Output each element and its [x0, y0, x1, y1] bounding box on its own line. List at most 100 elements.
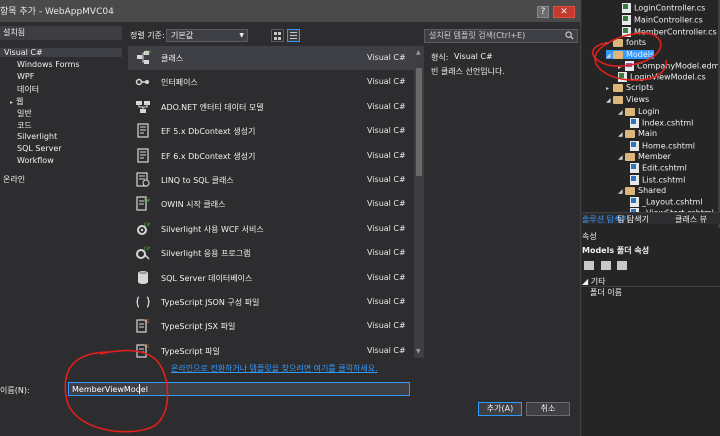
html-file-icon	[630, 197, 639, 207]
type-label: 형식:	[431, 53, 449, 62]
categorized-icon[interactable]	[584, 261, 594, 270]
template-name: OWIN 시작 클래스	[161, 200, 226, 210]
template-item[interactable]: C# OWIN 시작 클래스 Visual C#	[128, 192, 414, 216]
tab-team-explorer[interactable]: 팀 탐색기	[617, 214, 649, 225]
tree-node-fonts[interactable]: ▸ fonts	[606, 38, 646, 47]
template-item[interactable]: C# Silverlight 사용 WCF 서비스 Visual C#	[128, 217, 414, 241]
template-item[interactable]: C# Silverlight 응용 프로그램 Visual C#	[128, 241, 414, 265]
template-item[interactable]: SQL Server 데이터베이스 Visual C#	[128, 266, 414, 290]
category-item[interactable]: Windows Forms	[17, 60, 80, 69]
template-language: Visual C#	[367, 175, 406, 184]
scroll-down-icon[interactable]: ▼	[416, 348, 421, 355]
category-online[interactable]: 온라인	[3, 174, 25, 185]
properties-header: 속성	[582, 232, 597, 241]
tree-node-logincontroller-cs[interactable]: LoginController.cs	[622, 3, 705, 13]
tree-expander-icon[interactable]: ▸	[606, 40, 613, 47]
svg-text:C#: C#	[145, 50, 151, 55]
name-input[interactable]	[68, 382, 410, 396]
folder-icon	[613, 83, 623, 92]
svg-text:C#: C#	[144, 222, 151, 227]
silverlight-icon: C#	[136, 246, 151, 260]
template-name: Silverlight 사용 WCF 서비스	[161, 224, 264, 234]
tree-node-maincontroller-cs[interactable]: MainController.cs	[622, 15, 703, 25]
category-item[interactable]: WPF	[17, 72, 34, 81]
list-view-icon[interactable]	[287, 29, 300, 42]
category-item[interactable]: Workflow	[17, 156, 54, 165]
tree-node-loginviewmodel-cs[interactable]: LoginViewModel.cs	[618, 72, 706, 82]
template-item[interactable]: ADO.NET 엔터티 데이터 모델 Visual C#	[128, 95, 414, 119]
tree-node-edit-cshtml[interactable]: Edit.cshtml	[630, 163, 687, 173]
search-icon	[565, 31, 574, 40]
category-item[interactable]: 데이터	[17, 84, 39, 95]
installed-header[interactable]: 설치됨	[0, 26, 122, 40]
folder-icon	[625, 129, 635, 138]
tree-node-scripts[interactable]: ▸ Scripts	[606, 83, 653, 92]
linq-icon	[136, 172, 150, 187]
template-list-scrollbar[interactable]: ▲ ▼	[414, 46, 424, 358]
template-item[interactable]: TypeScript JSON 구성 파일 Visual C#	[128, 290, 414, 314]
tree-node-login[interactable]: ◢ Login	[618, 107, 660, 116]
template-item[interactable]: C# 클래스 Visual C#	[128, 46, 414, 70]
category-item[interactable]: 코드	[17, 120, 32, 131]
category-label: Windows Forms	[17, 60, 80, 69]
tree-expander-icon[interactable]: ◢	[606, 52, 613, 59]
cancel-button[interactable]: 취소	[526, 402, 570, 416]
tree-expander-icon[interactable]: ◢	[618, 131, 625, 138]
tree-expander-icon[interactable]: ◢	[618, 188, 625, 195]
template-item[interactable]: LINQ to SQL 클래스 Visual C#	[128, 168, 414, 192]
tree-node-list-cshtml[interactable]: List.cshtml	[630, 175, 685, 185]
tree-node-index-cshtml[interactable]: Index.cshtml	[630, 118, 693, 128]
scrollbar-thumb[interactable]	[416, 68, 422, 176]
template-language: Visual C#	[367, 321, 406, 331]
template-item[interactable]: EF 5.x DbContext 생성기 Visual C#	[128, 119, 414, 143]
wrench-icon[interactable]	[617, 261, 628, 270]
template-item[interactable]: TS TypeScript 파일 Visual C#	[128, 339, 414, 358]
json-file-icon	[136, 296, 150, 308]
tree-node-home-cshtml[interactable]: Home.cshtml	[630, 141, 695, 151]
tree-expander-icon[interactable]: ◢	[618, 154, 625, 161]
template-item[interactable]: EF 6.x DbContext 생성기 Visual C#	[128, 144, 414, 168]
template-name: Silverlight 응용 프로그램	[161, 249, 251, 259]
template-item[interactable]: TS TypeScript JSX 파일 Visual C#	[128, 314, 414, 338]
template-language: Visual C#	[367, 150, 406, 160]
online-templates-link[interactable]: 온라인으로 전환하거나 템플릿을 찾으려면 여기를 클릭하세요.	[171, 363, 378, 374]
tree-node-main[interactable]: ◢ Main	[618, 129, 657, 138]
svg-text:TS: TS	[143, 344, 149, 349]
template-item[interactable]: 인터페이스 Visual C#	[128, 70, 414, 94]
category-item[interactable]: Silverlight	[17, 132, 57, 141]
tree-node-membercontroller-cs[interactable]: MemberController.cs	[622, 27, 717, 37]
tab-class-view[interactable]: 클래스 뷰	[675, 214, 707, 225]
tree-node-member[interactable]: ◢ Member	[618, 152, 671, 161]
tree-expander-icon[interactable]: ◢	[618, 109, 625, 116]
template-description: 빈 클래스 선언입니다.	[431, 67, 505, 76]
dbcontext-icon	[137, 123, 149, 138]
category-item[interactable]: 일반	[17, 108, 32, 119]
close-button[interactable]: ✕	[553, 6, 575, 18]
category-item[interactable]: SQL Server	[17, 144, 62, 153]
folder-icon	[625, 186, 635, 195]
template-name: EF 5.x DbContext 생성기	[161, 127, 256, 137]
template-language: Visual C#	[367, 248, 406, 258]
tree-node-shared[interactable]: ◢ Shared	[618, 186, 666, 195]
tsx-file-icon: TS	[136, 319, 149, 333]
tree-node-label: Index.cshtml	[642, 118, 694, 128]
category-item[interactable]: ▸ 웹	[10, 96, 23, 107]
tree-node--layout-cshtml[interactable]: _Layout.cshtml	[630, 197, 703, 207]
expand-arrow-icon[interactable]: ▸	[10, 99, 13, 106]
help-button[interactable]: ?	[537, 6, 549, 18]
alphabetical-icon[interactable]	[600, 261, 611, 270]
category-item[interactable]: Visual C#	[0, 48, 122, 57]
sort-dropdown[interactable]: 기본값 ▼	[166, 29, 248, 42]
template-search-input[interactable]: 설치된 템플릿 검색(Ctrl+E)	[424, 29, 578, 43]
template-language: Visual C#	[367, 53, 406, 62]
tree-expander-icon[interactable]: ▸	[618, 64, 625, 71]
tree-expander-icon[interactable]: ▸	[606, 85, 613, 92]
scroll-up-icon[interactable]: ▲	[416, 49, 421, 56]
tree-node-views[interactable]: ◢ Views	[606, 95, 649, 104]
tree-node-models[interactable]: ◢ Models	[606, 50, 655, 59]
grid-view-icon[interactable]	[271, 29, 284, 42]
add-button[interactable]: 추가(A)	[478, 402, 522, 416]
folder-icon	[613, 38, 623, 47]
tree-expander-icon[interactable]: ◢	[606, 97, 613, 104]
tree-node-companymodel-edmx[interactable]: ▸ CompanyModel.edmx	[618, 61, 720, 71]
